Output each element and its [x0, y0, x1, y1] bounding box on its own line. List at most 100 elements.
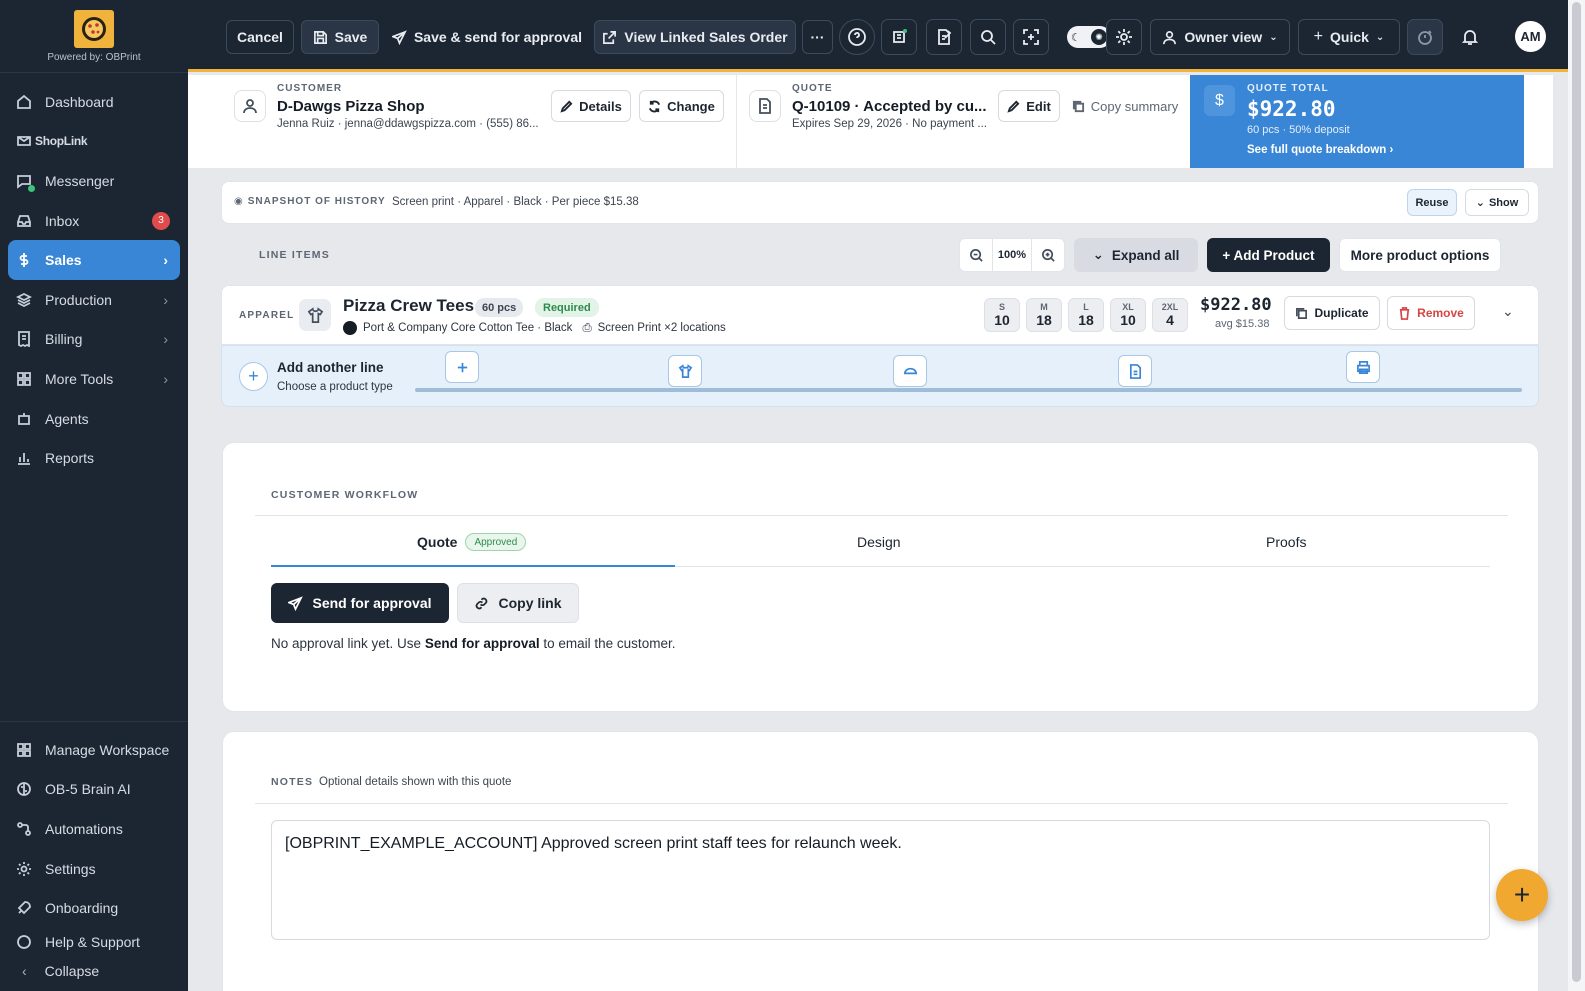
add-line-button[interactable]: +	[239, 362, 268, 391]
eye-icon: ◉	[234, 196, 244, 207]
gear-icon	[16, 861, 32, 877]
remove-button[interactable]: Remove	[1387, 296, 1475, 330]
zoom-in-button[interactable]	[1032, 239, 1064, 271]
size-m[interactable]: M 18	[1026, 298, 1062, 332]
total-value: $922.80	[1247, 97, 1336, 121]
product-description: Port & Company Core Cotton Tee · Black ⎙…	[343, 321, 726, 335]
sidebar-item-messenger[interactable]: Messenger	[8, 161, 180, 201]
add-product-button[interactable]: + Add Product	[1207, 238, 1330, 272]
customer-details-button[interactable]: Details	[551, 90, 631, 122]
notifications-button[interactable]	[1452, 19, 1488, 55]
line-item-price: $922.80	[1200, 295, 1272, 315]
moon-icon: ☾	[1071, 31, 1081, 44]
scrollbar-thumb[interactable]	[1572, 2, 1581, 982]
product-type-document[interactable]	[1118, 355, 1152, 387]
quote-subtitle: Expires Sep 29, 2026 · No payment ...	[792, 118, 987, 130]
scan-button[interactable]	[1013, 19, 1049, 55]
theme-toggle[interactable]: ☾ ✺	[1067, 26, 1111, 48]
more-product-options-button[interactable]: More product options	[1339, 238, 1501, 272]
copy-summary-label: Copy summary	[1090, 98, 1179, 114]
line-item-card[interactable]: APPAREL Pizza Crew Tees 60 pcs Required …	[221, 285, 1539, 345]
sidebar-item-brain-ai[interactable]: OB-5 Brain AI	[8, 770, 180, 810]
send-for-approval-button[interactable]: Send for approval	[271, 583, 449, 623]
approved-badge: Approved	[465, 533, 527, 551]
save-send-approval-button[interactable]: Save & send for approval	[388, 20, 586, 54]
sidebar-item-reports[interactable]: Reports	[8, 438, 180, 478]
page-scrollbar[interactable]	[1568, 0, 1585, 991]
quick-menu-dropdown[interactable]: + Quick ⌄	[1298, 19, 1400, 55]
sidebar-item-onboarding[interactable]: Onboarding	[8, 888, 180, 928]
product-type-apparel[interactable]	[668, 355, 702, 387]
chevron-left-icon: ‹	[22, 962, 27, 979]
topbar: Cancel Save Save & send for approval Vie…	[188, 0, 1585, 72]
size-qty: 10	[994, 312, 1010, 328]
sidebar-item-label: ShopLink	[35, 134, 88, 149]
sidebar-item-shoplink[interactable]: ShopLink	[8, 122, 180, 162]
sidebar-item-settings[interactable]: Settings	[8, 849, 180, 889]
size-label: 2XL	[1161, 302, 1179, 312]
notes-caption: NOTES	[271, 776, 314, 788]
sidebar-item-manage-workspace[interactable]: Manage Workspace	[8, 730, 180, 770]
product-type-custom[interactable]	[445, 351, 479, 383]
collapse-sidebar-button[interactable]: ‹ Collapse	[0, 950, 188, 991]
help-button[interactable]	[839, 19, 875, 55]
search-button[interactable]	[970, 19, 1006, 55]
help-icon	[16, 934, 32, 950]
sidebar-item-agents[interactable]: Agents	[8, 399, 180, 439]
chevron-down-icon: ⌄	[1269, 31, 1278, 43]
owner-view-label: Owner view	[1184, 29, 1263, 45]
change-customer-button[interactable]: Change	[639, 90, 724, 122]
tab-proofs[interactable]: Proofs	[1266, 534, 1306, 550]
cancel-button[interactable]: Cancel	[226, 20, 294, 54]
sidebar-item-automations[interactable]: Automations	[8, 809, 180, 849]
copy-link-button[interactable]: Copy link	[457, 583, 579, 623]
help-circle-icon	[848, 28, 866, 46]
duplicate-button[interactable]: Duplicate	[1284, 296, 1380, 330]
size-s[interactable]: S 10	[984, 298, 1020, 332]
line-item-avg: avg $15.38	[1215, 318, 1270, 330]
sidebar-item-help[interactable]: Help & Support	[8, 928, 180, 950]
sidebar-item-production[interactable]: Production ›	[8, 280, 180, 320]
rocket-icon	[16, 900, 32, 916]
notes-textarea[interactable]: [OBPRINT_EXAMPLE_ACCOUNT] Approved scree…	[271, 820, 1490, 940]
settings-button[interactable]	[1106, 19, 1142, 55]
reuse-button[interactable]: Reuse	[1407, 189, 1457, 216]
robot-icon	[16, 411, 32, 427]
size-xl[interactable]: XL 10	[1110, 298, 1146, 332]
scroll-tasks-button[interactable]	[881, 19, 917, 55]
notes-edit-button[interactable]	[926, 19, 962, 55]
owner-view-dropdown[interactable]: Owner view ⌄	[1150, 19, 1290, 55]
product-type-headwear[interactable]	[893, 355, 927, 387]
size-qty: 18	[1078, 312, 1094, 328]
sidebar-item-inbox[interactable]: Inbox 3	[8, 201, 180, 241]
quote-breakdown-link[interactable]: See full quote breakdown ›	[1247, 144, 1393, 156]
send-label: Send for approval	[312, 595, 432, 611]
view-linked-sales-order-button[interactable]: View Linked Sales Order	[594, 20, 796, 54]
copy-icon	[1296, 307, 1308, 319]
show-button[interactable]: ⌄ Show	[1465, 189, 1529, 216]
sidebar-item-billing[interactable]: Billing ›	[8, 320, 180, 360]
chevron-down-icon[interactable]: ⌄	[1502, 303, 1514, 320]
copy-summary-button[interactable]: Copy summary	[1067, 90, 1183, 122]
zoom-out-button[interactable]	[960, 239, 992, 271]
sidebar-item-dashboard[interactable]: Dashboard	[8, 82, 180, 122]
sun-icon: ✺	[1091, 29, 1107, 45]
edit-quote-button[interactable]: Edit	[998, 90, 1060, 122]
sidebar-item-sales[interactable]: Sales ›	[8, 240, 180, 280]
more-options-button[interactable]: ···	[802, 20, 833, 54]
save-button[interactable]: Save	[301, 20, 379, 54]
user-avatar[interactable]: AM	[1515, 21, 1546, 52]
product-type-track	[415, 388, 1522, 392]
company-logo-icon[interactable]	[74, 9, 114, 48]
size-2xl[interactable]: 2XL 4	[1152, 298, 1188, 332]
garment-text: Port & Company Core Cotton Tee · Black	[363, 322, 573, 334]
product-category: APPAREL	[239, 310, 295, 321]
size-l[interactable]: L 18	[1068, 298, 1104, 332]
expand-all-button[interactable]: ⌄ Expand all	[1074, 238, 1198, 272]
floating-add-button[interactable]: +	[1496, 869, 1548, 921]
product-type-print[interactable]	[1346, 351, 1380, 383]
timer-button[interactable]	[1407, 19, 1443, 55]
tab-design[interactable]: Design	[857, 534, 901, 550]
tab-quote[interactable]: Quote Approved	[417, 533, 527, 551]
sidebar-item-more-tools[interactable]: More Tools ›	[8, 359, 180, 399]
